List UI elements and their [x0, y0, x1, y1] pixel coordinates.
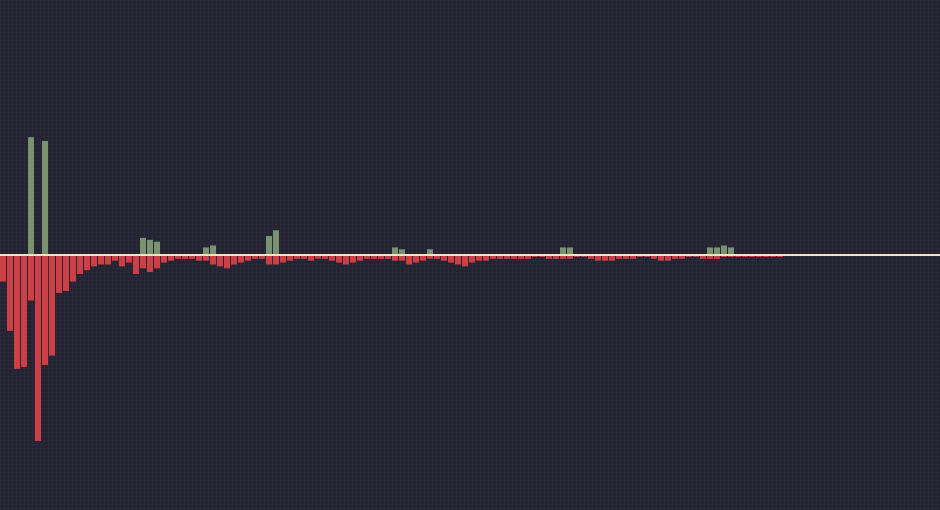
bar-negative-23 [161, 255, 167, 263]
bar-negative-49 [343, 255, 349, 265]
bar-negative-33 [231, 255, 237, 265]
bar-chart [0, 0, 940, 510]
bar-negative-12 [84, 255, 90, 271]
bar-negative-10 [70, 255, 76, 282]
bar-negative-40 [280, 255, 286, 263]
bar-negative-19 [133, 255, 139, 274]
bar-positive-56 [392, 247, 398, 255]
bar-negative-58 [406, 255, 412, 265]
bar-negative-39 [273, 255, 279, 265]
bar-positive-103 [721, 245, 727, 255]
bar-negative-3 [21, 255, 27, 367]
chart-container [0, 0, 940, 510]
bar-negative-2 [14, 255, 20, 369]
bar-positive-30 [210, 245, 216, 255]
bar-negative-7 [49, 255, 55, 356]
bar-positive-38 [266, 236, 272, 255]
bar-negative-65 [455, 255, 461, 265]
bar-negative-6 [42, 255, 48, 366]
bar-negative-4 [28, 255, 34, 301]
bar-negative-18 [126, 255, 132, 263]
bar-positive-102 [714, 247, 720, 255]
bar-negative-48 [336, 255, 342, 263]
bar-negative-34 [238, 255, 244, 263]
bar-negative-21 [147, 255, 153, 273]
bar-positive-6 [42, 141, 48, 255]
bar-positive-80 [560, 247, 566, 255]
bar-negative-9 [63, 255, 69, 292]
bar-negative-8 [56, 255, 62, 293]
bar-negative-30 [210, 255, 216, 265]
bar-positive-29 [203, 247, 209, 255]
bar-negative-31 [217, 255, 223, 267]
bar-negative-11 [77, 255, 83, 274]
bar-negative-32 [224, 255, 230, 269]
bar-positive-21 [147, 239, 153, 255]
bar-negative-5 [35, 255, 41, 441]
bar-negative-15 [105, 255, 111, 265]
bar-negative-14 [98, 255, 104, 265]
bar-negative-38 [266, 255, 272, 265]
bar-negative-17 [119, 255, 125, 267]
bar-negative-66 [462, 255, 468, 267]
bar-negative-50 [350, 255, 356, 263]
bar-positive-104 [728, 247, 734, 255]
bar-positive-81 [567, 247, 573, 255]
bar-positive-101 [707, 247, 713, 255]
bar-negative-20 [140, 255, 146, 269]
bar-negative-64 [448, 255, 454, 263]
bar-negative-22 [154, 255, 160, 269]
bar-negative-0 [0, 255, 6, 282]
bar-positive-20 [140, 237, 146, 255]
bar-negative-67 [469, 255, 475, 263]
bar-negative-13 [91, 255, 97, 267]
bar-negative-59 [413, 255, 419, 263]
bar-positive-39 [273, 230, 279, 255]
bar-positive-22 [154, 241, 160, 255]
bar-positive-4 [28, 137, 34, 255]
bar-negative-1 [7, 255, 13, 331]
